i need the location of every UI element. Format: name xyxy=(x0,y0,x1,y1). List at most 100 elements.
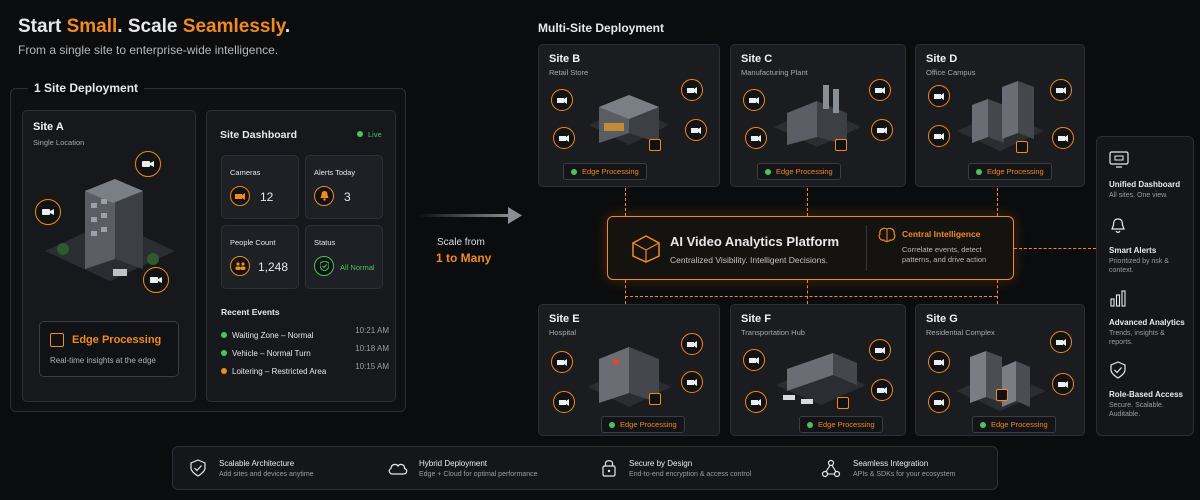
bell-icon xyxy=(1111,218,1125,234)
page-title: Start Small. Scale Seamlessly. xyxy=(18,16,291,37)
dashboard-title: Site Dashboard xyxy=(220,129,298,141)
chip-icon xyxy=(996,389,1008,401)
connector-line xyxy=(807,280,808,304)
office-campus-illustration xyxy=(957,81,1044,151)
shield-check-icon xyxy=(314,256,334,276)
site-a-subtitle: Single Location xyxy=(33,138,85,147)
residential-complex-illustration xyxy=(956,351,1046,411)
live-indicator: Live xyxy=(357,130,382,139)
camera-icon xyxy=(553,391,575,413)
edge-processing-badge: Edge Processing xyxy=(757,163,841,180)
edge-processing-badge: Edge Processing xyxy=(563,163,647,180)
chip-icon xyxy=(649,393,661,405)
camera-icon xyxy=(1052,373,1074,395)
cloud-icon xyxy=(388,463,408,475)
platform-features-sidebar: Unified Dashboard All sites. One view. S… xyxy=(1096,136,1194,436)
page-subtitle: From a single site to enterprise-wide in… xyxy=(18,43,279,57)
cameras-stat[interactable]: Cameras 12 xyxy=(221,155,299,219)
recent-events-list: Waiting Zone – Normal 10:21 AM Vehicle –… xyxy=(221,325,389,379)
edge-processing-badge: Edge Processing xyxy=(968,163,1052,180)
transportation-hub-illustration xyxy=(776,353,866,405)
ai-video-analytics-platform[interactable]: AI Video Analytics Platform Centralized … xyxy=(607,216,1014,280)
camera-icon xyxy=(1050,79,1072,101)
site-g-card[interactable]: Site G Residential Complex Edge Processi… xyxy=(915,304,1085,436)
status-stat[interactable]: Status All Normal xyxy=(305,225,383,289)
list-item[interactable]: Vehicle – Normal Turn 10:18 AM xyxy=(221,343,389,361)
bottom-features-bar: Scalable Architecture Add sites and devi… xyxy=(172,446,998,490)
list-item[interactable]: Loitering – Restricted Area 10:15 AM xyxy=(221,361,389,379)
event-status-dot xyxy=(221,332,227,338)
single-site-section-title: 1 Site Deployment xyxy=(28,81,145,95)
camera-icon xyxy=(685,119,707,141)
site-a-edge-processing: Edge Processing Real-time insights at th… xyxy=(39,321,179,377)
camera-icon xyxy=(35,199,61,225)
camera-icon xyxy=(745,127,767,149)
connector-line xyxy=(997,280,998,304)
camera-icon xyxy=(681,333,703,355)
site-b-card[interactable]: Site B Retail Store Edge Processing xyxy=(538,44,720,187)
central-intelligence-title: Central Intelligence xyxy=(902,229,981,239)
shield-check-icon xyxy=(190,459,206,477)
site-d-card[interactable]: Site D Office Campus Edge Processing xyxy=(915,44,1085,187)
list-item[interactable]: Waiting Zone – Normal 10:21 AM xyxy=(221,325,389,343)
alerts-stat[interactable]: Alerts Today 3 xyxy=(305,155,383,219)
camera-icon xyxy=(681,79,703,101)
site-e-card[interactable]: Site E Hospital Edge Processing xyxy=(538,304,720,436)
feature-role-based-access[interactable]: Role-Based Access Secure. Scalable. Audi… xyxy=(1109,361,1189,419)
camera-icon xyxy=(869,339,891,361)
site-dashboard-card: Site Dashboard Live Cameras 12 Alerts To… xyxy=(206,110,396,402)
camera-icon xyxy=(230,186,250,206)
feature-smart-alerts[interactable]: Smart Alerts Prioritized by risk & conte… xyxy=(1109,217,1189,275)
feature-unified-dashboard[interactable]: Unified Dashboard All sites. One view. xyxy=(1109,151,1189,200)
connector-line xyxy=(1014,248,1096,249)
multi-site-section-title: Multi-Site Deployment xyxy=(538,21,665,35)
camera-icon xyxy=(869,79,891,101)
event-status-dot xyxy=(221,368,227,374)
camera-icon xyxy=(1050,331,1072,353)
manufacturing-plant-illustration xyxy=(774,85,861,147)
site-a-card[interactable]: Site A Single Location Edge Processing R… xyxy=(22,110,196,402)
camera-icon xyxy=(745,391,767,413)
connector-line xyxy=(997,188,998,216)
camera-icon xyxy=(143,267,169,293)
chip-icon xyxy=(649,139,661,151)
scale-value: 1 to Many xyxy=(436,251,492,265)
camera-icon xyxy=(928,351,950,373)
people-icon xyxy=(230,256,250,276)
camera-icon xyxy=(551,351,573,373)
platform-subtitle: Centralized Visibility. Intelligent Deci… xyxy=(670,255,828,265)
camera-icon xyxy=(135,151,161,177)
camera-icon xyxy=(551,89,573,111)
camera-icon xyxy=(553,127,575,149)
edge-processing-badge: Edge Processing xyxy=(601,416,685,433)
chip-icon xyxy=(837,397,849,409)
scale-label: Scale from xyxy=(437,237,485,248)
platform-title: AI Video Analytics Platform xyxy=(670,234,840,249)
site-f-card[interactable]: Site F Transportation Hub Edge Processin… xyxy=(730,304,906,436)
chip-icon xyxy=(1016,141,1028,153)
central-intelligence-subtitle: Correlate events, detect patterns, and d… xyxy=(902,245,987,264)
chip-icon xyxy=(50,333,64,347)
people-count-stat[interactable]: People Count 1,248 xyxy=(221,225,299,289)
camera-icon xyxy=(871,379,893,401)
camera-icon xyxy=(743,349,765,371)
hospital-illustration xyxy=(588,347,671,407)
camera-icon xyxy=(743,89,765,111)
camera-icon xyxy=(928,391,950,413)
bar-chart-icon xyxy=(1110,290,1126,307)
monitor-icon xyxy=(1109,151,1129,168)
lock-icon xyxy=(602,460,616,477)
connector-line xyxy=(625,280,626,304)
bell-icon xyxy=(314,186,334,206)
chip-icon xyxy=(835,139,847,151)
shield-check-icon xyxy=(1110,361,1126,379)
connector-line xyxy=(625,188,626,216)
scale-arrow xyxy=(418,207,522,224)
feature-advanced-analytics[interactable]: Advanced Analytics Trends, insights & re… xyxy=(1109,289,1189,347)
site-c-card[interactable]: Site C Manufacturing Plant Edge Processi… xyxy=(730,44,906,187)
edge-processing-badge: Edge Processing xyxy=(799,416,883,433)
site-a-name: Site A xyxy=(33,121,64,133)
network-icon xyxy=(821,459,841,478)
camera-icon xyxy=(871,119,893,141)
recent-events-title: Recent Events xyxy=(221,307,280,317)
